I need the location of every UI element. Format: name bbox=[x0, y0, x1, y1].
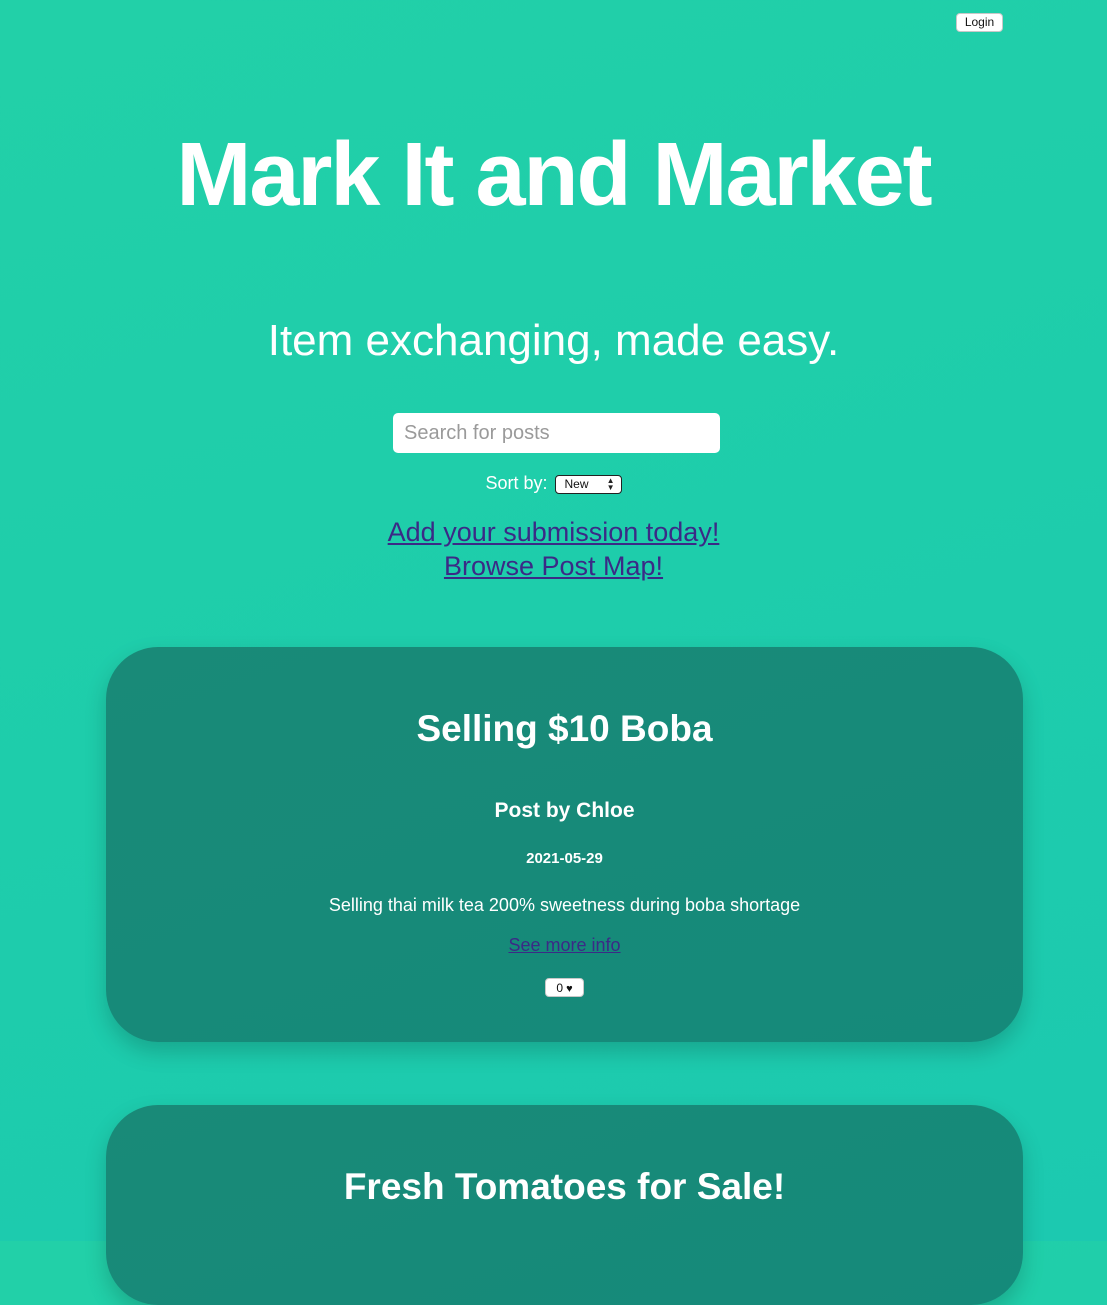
sort-control: Sort by: New ▲ ▼ bbox=[0, 471, 1107, 495]
search-input[interactable] bbox=[393, 413, 720, 453]
login-button[interactable]: Login bbox=[956, 13, 1003, 32]
heart-icon: ♥ bbox=[566, 983, 573, 995]
post-description: Selling thai milk tea 200% sweetness dur… bbox=[328, 895, 801, 915]
select-arrows-icon: ▲ ▼ bbox=[606, 476, 615, 492]
post-title: Fresh Tomatoes for Sale! bbox=[343, 1166, 786, 1207]
post-date: 2021-05-29 bbox=[526, 850, 603, 867]
browse-map-link[interactable]: Browse Post Map! bbox=[0, 549, 1107, 583]
page-title: Mark It and Market bbox=[176, 125, 932, 225]
tagline: Item exchanging, made easy. bbox=[267, 316, 840, 365]
like-count: 0 bbox=[556, 981, 564, 995]
action-links: Add your submission today! Browse Post M… bbox=[0, 515, 1107, 583]
post-author: Post by Chloe bbox=[494, 799, 635, 822]
see-more-link[interactable]: See more info bbox=[508, 935, 620, 955]
sort-select[interactable]: New ▲ ▼ bbox=[554, 475, 622, 494]
like-button[interactable]: 0 ♥ bbox=[545, 978, 584, 997]
post-title: Selling $10 Boba bbox=[416, 708, 713, 749]
add-submission-link[interactable]: Add your submission today! bbox=[0, 515, 1107, 549]
post-card: Fresh Tomatoes for Sale! bbox=[106, 1105, 1023, 1305]
sort-label: Sort by: bbox=[485, 473, 548, 493]
post-card: Selling $10 Boba Post by Chloe 2021-05-2… bbox=[106, 647, 1023, 1042]
sort-selected-value: New bbox=[564, 477, 589, 491]
